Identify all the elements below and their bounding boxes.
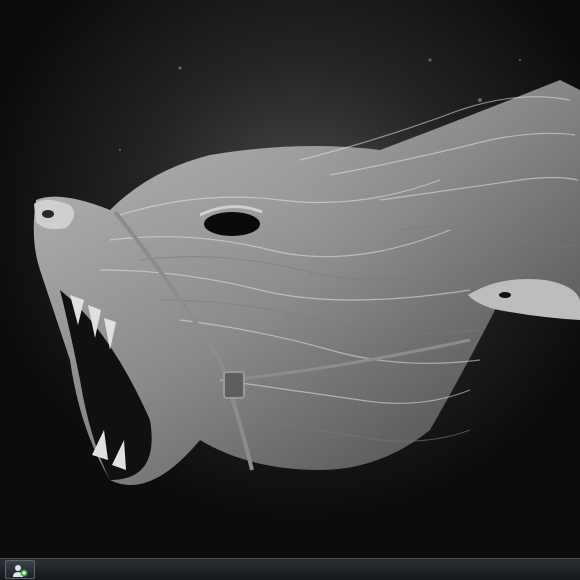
wolf-head-wallpaper [0,0,580,558]
start-button[interactable] [5,560,35,579]
desktop [0,0,580,558]
start-orb-icon [13,565,28,577]
taskbar [0,558,580,580]
